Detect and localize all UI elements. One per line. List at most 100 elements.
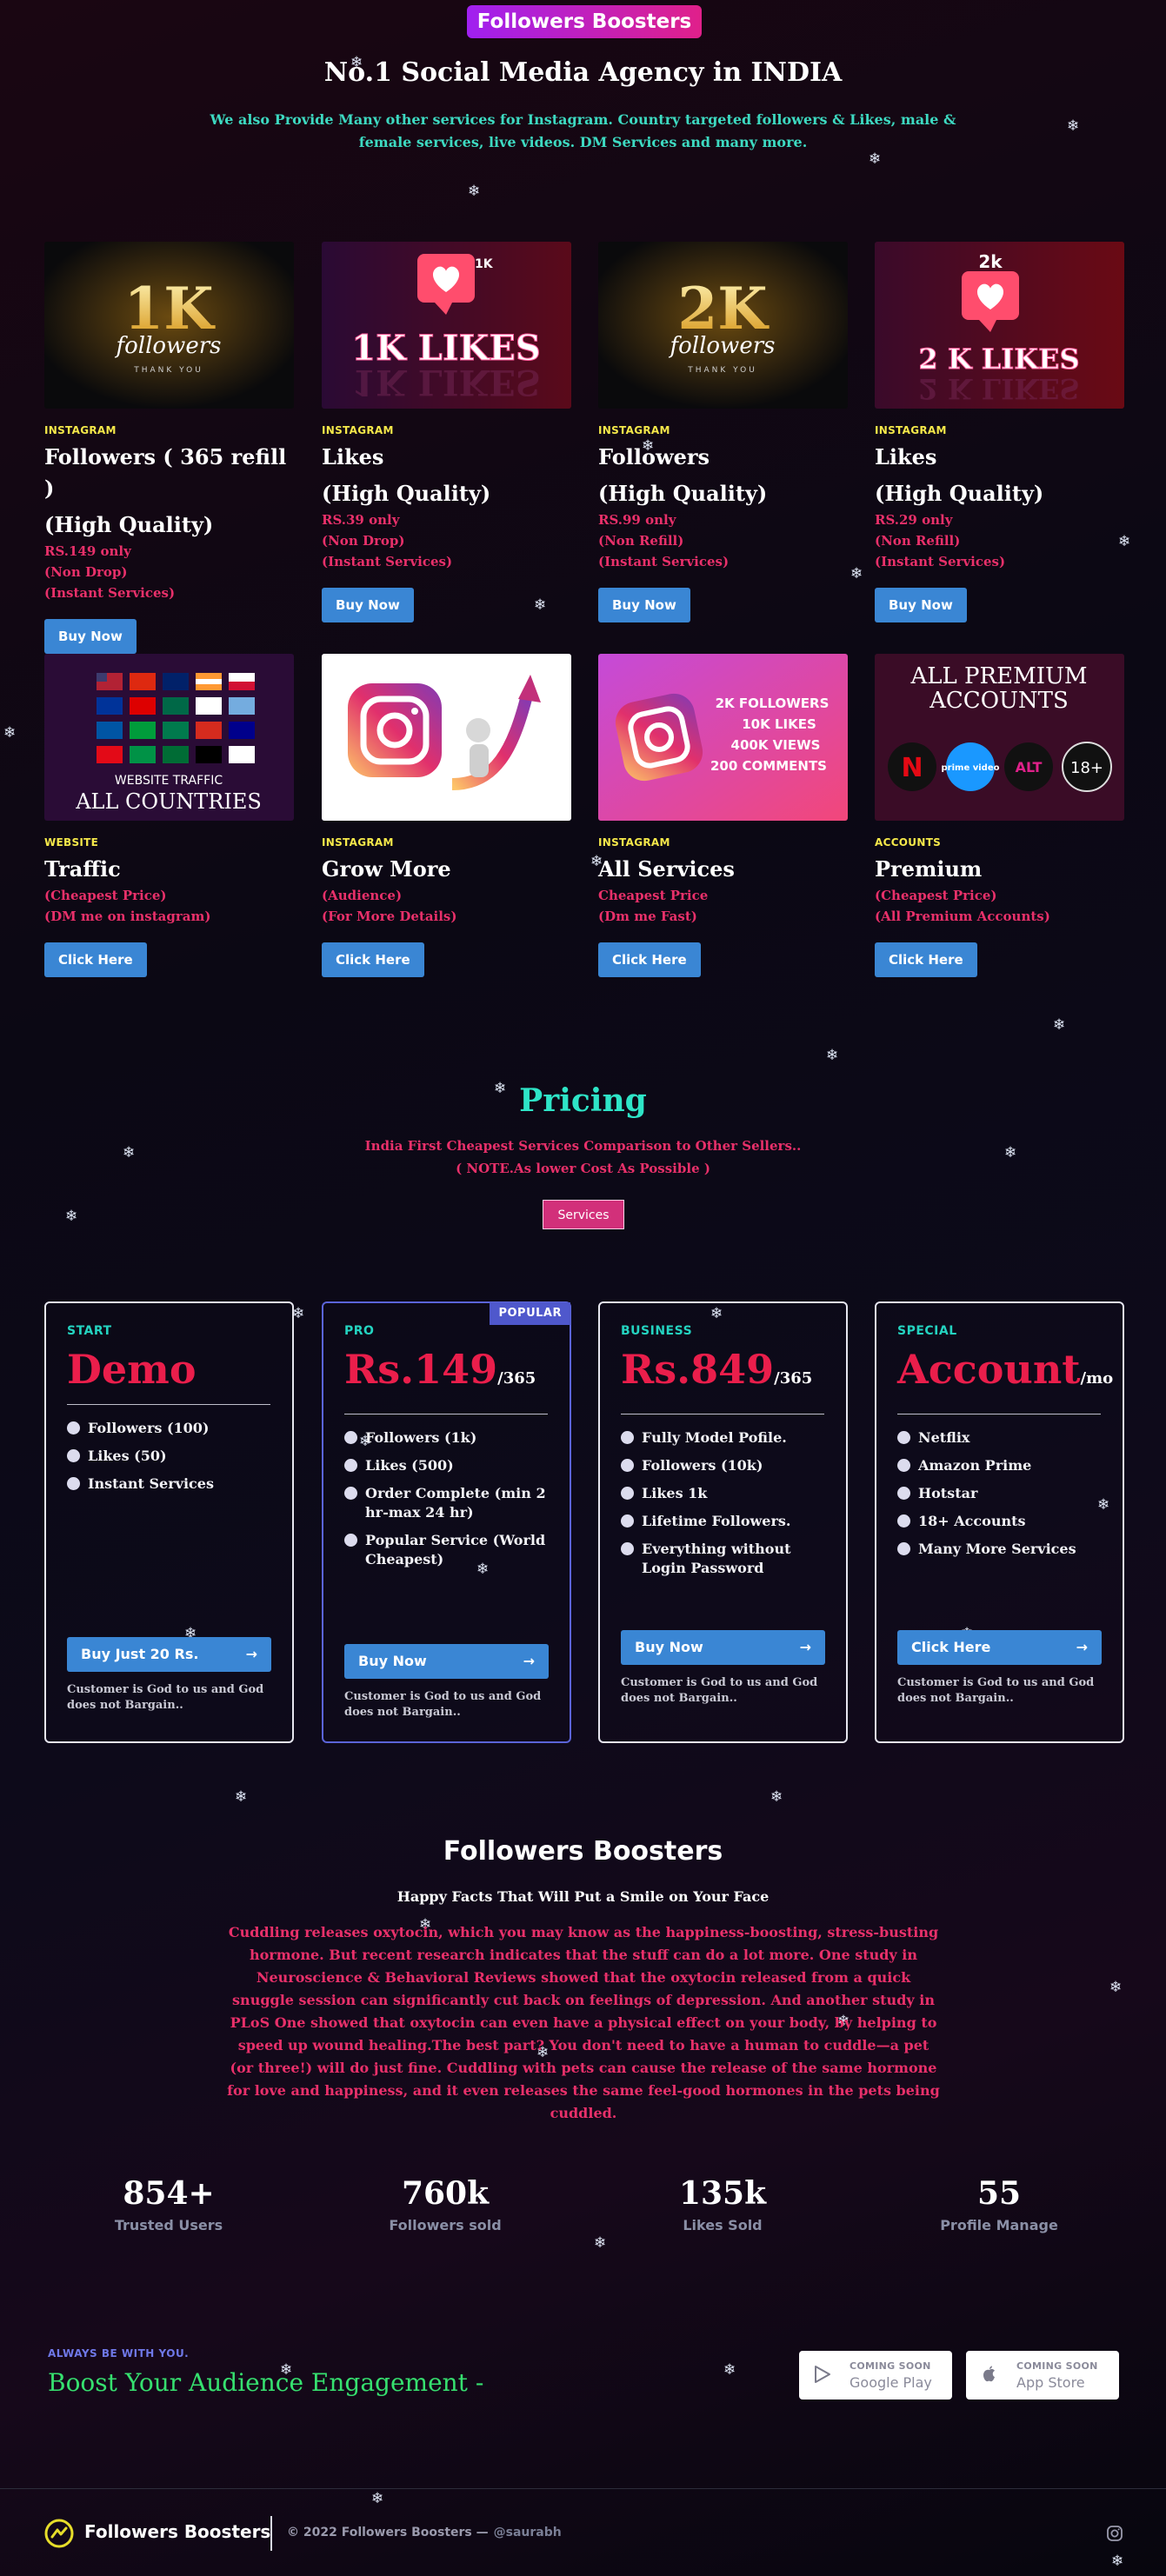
app-store-button[interactable]: COMING SOON App Store	[966, 2351, 1119, 2400]
buy-demo-button[interactable]: Buy Just 20 Rs. →	[67, 1637, 271, 1672]
arrow-right-icon: →	[245, 1646, 257, 1662]
plan-tag: PRO	[344, 1324, 375, 1338]
product-card-likes-nonrefill: 2k 2 K LIKES 2 K LIKES INSTAGRAM Likes (…	[875, 242, 1124, 622]
product-detail: (For More Details)	[322, 909, 457, 924]
snowflake-icon: ❄	[3, 724, 17, 742]
stat-value: 760k	[401, 2175, 490, 2212]
pricing-subtitle-line: India First Cheapest Services Comparison…	[364, 1138, 802, 1154]
svg-text:2K FOLLOWERS: 2K FOLLOWERS	[716, 696, 830, 711]
divider	[67, 1404, 270, 1405]
plan-price-value: Demo	[67, 1346, 197, 1393]
plan-feature: Hotstar	[897, 1484, 1102, 1503]
snowflake-icon: ❄	[1111, 2553, 1124, 2570]
plan-price: Rs.849/365	[621, 1345, 825, 1403]
product-category: INSTAGRAM	[322, 424, 394, 436]
click-here-button[interactable]: Click Here	[44, 942, 147, 977]
product-quality: (High Quality)	[44, 512, 214, 537]
buy-now-button[interactable]: Buy Now →	[344, 1644, 549, 1679]
facts-title: Followers Boosters	[443, 1836, 723, 1867]
footer-brand[interactable]: Followers Boosters	[84, 2521, 270, 2542]
product-detail: (Instant Services)	[322, 554, 453, 569]
svg-text:2 K LIKES: 2 K LIKES	[918, 372, 1079, 405]
product-category: ACCOUNTS	[875, 836, 942, 849]
plan-price-value: Rs.149	[344, 1346, 498, 1393]
svg-text:2k: 2k	[978, 251, 1003, 272]
product-card-all-services: 2K FOLLOWERS 10K LIKES 400K VIEWS 200 CO…	[598, 654, 848, 977]
svg-text:ALT: ALT	[1016, 759, 1043, 775]
plan-card-business: BUSINESS Rs.849/365 Fully Model Pofile. …	[598, 1301, 848, 1743]
svg-text:N: N	[901, 753, 923, 783]
apple-icon	[983, 2366, 995, 2382]
buy-now-button[interactable]: Buy Now →	[621, 1630, 825, 1665]
product-card-likes-hq: 1K 1K LIKES 1K LIKES INSTAGRAM Likes (Hi…	[322, 242, 571, 622]
plan-note: Customer is God to us and God does not B…	[67, 1683, 264, 1712]
product-quality: (High Quality)	[322, 481, 491, 506]
click-here-button[interactable]: Click Here	[598, 942, 701, 977]
plan-feature: Lifetime Followers.	[621, 1512, 825, 1531]
snowflake-icon: ❄	[1067, 117, 1080, 135]
google-play-button[interactable]: COMING SOON Google Play	[799, 2351, 952, 2400]
svg-text:200 COMMENTS: 200 COMMENTS	[710, 758, 827, 774]
buy-now-button[interactable]: Buy Now	[322, 588, 414, 622]
plan-button-label: Buy Now	[635, 1639, 703, 1655]
page-subtitle: We also Provide Many other services for …	[210, 111, 956, 150]
footer-divider	[0, 2488, 1166, 2489]
plan-feature-list: Netflix Amazon Prime Hotstar 18+ Account…	[897, 1428, 1102, 1559]
snowflake-icon: ❄	[65, 1208, 78, 1225]
product-name: Likes	[322, 444, 384, 469]
arrow-right-icon: →	[1076, 1639, 1088, 1655]
plan-card-pro: POPULAR PRO Rs.149/365 Followers (1k) Li…	[322, 1301, 571, 1743]
click-here-button[interactable]: Click Here →	[897, 1630, 1102, 1665]
brand-logo-icon[interactable]	[44, 2519, 74, 2548]
product-category: INSTAGRAM	[598, 836, 670, 849]
buy-now-button[interactable]: Buy Now	[44, 619, 137, 654]
services-button[interactable]: Services	[543, 1200, 624, 1229]
footer-separator	[270, 2516, 272, 2551]
product-detail: (Non Drop)	[322, 533, 405, 549]
click-here-button[interactable]: Click Here	[322, 942, 424, 977]
brand-badge[interactable]: Followers Boosters	[467, 5, 702, 38]
plan-button-label: Click Here	[911, 1639, 991, 1655]
product-detail: (Instant Services)	[44, 585, 176, 601]
snowflake-icon: ❄	[850, 565, 863, 582]
followers-1k-image: 1K followers THANK YOU	[44, 242, 294, 409]
plan-price-value: Rs.849	[621, 1346, 775, 1393]
svg-text:400K VIEWS: 400K VIEWS	[731, 737, 821, 753]
stat-followers-sold: 760k Followers sold	[328, 2175, 563, 2233]
plan-price-value: Account	[897, 1346, 1081, 1393]
product-card-traffic: WEBSITE TRAFFIC ALL COUNTRIES WEBSITE Tr…	[44, 654, 294, 977]
click-here-button[interactable]: Click Here	[875, 942, 977, 977]
product-name: All Services	[598, 856, 735, 882]
snowflake-icon: ❄	[1053, 1016, 1066, 1034]
page-title: No.1 Social Media Agency in INDIA	[323, 57, 843, 88]
plan-price: Demo	[67, 1345, 271, 1394]
svg-text:2 K LIKES: 2 K LIKES	[918, 343, 1079, 376]
snowflake-icon: ❄	[770, 1788, 783, 1806]
store-badge-label: COMING SOON	[1016, 2360, 1098, 2372]
snowflake-icon: ❄	[292, 1305, 305, 1322]
stat-label: Likes Sold	[683, 2217, 763, 2233]
svg-text:followers: followers	[669, 333, 776, 359]
store-name: Google Play	[850, 2374, 932, 2391]
plan-card-special: SPECIAL Account/mo Netflix Amazon Prime …	[875, 1301, 1124, 1743]
arrow-right-icon: →	[799, 1639, 811, 1655]
buy-now-button[interactable]: Buy Now	[875, 588, 967, 622]
snowflake-icon: ❄	[235, 1788, 248, 1806]
plan-note: Customer is God to us and God does not B…	[897, 1676, 1095, 1705]
pricing-title: Pricing	[519, 1082, 647, 1119]
author-handle-link[interactable]: @saurabh	[494, 2526, 562, 2539]
buy-now-button[interactable]: Buy Now	[598, 588, 690, 622]
plan-period: /365	[774, 1369, 813, 1388]
product-detail: (All Premium Accounts)	[875, 909, 1050, 924]
svg-text:WEBSITE TRAFFIC: WEBSITE TRAFFIC	[115, 774, 223, 788]
plan-feature: Amazon Prime	[897, 1456, 1102, 1475]
product-detail: (Non Drop)	[44, 564, 128, 580]
snowflake-icon: ❄	[468, 183, 481, 200]
plan-feature: Followers (10k)	[621, 1456, 825, 1475]
plan-tag: SPECIAL	[897, 1324, 957, 1338]
stat-value: 55	[976, 2175, 1022, 2212]
svg-text:prime video: prime video	[942, 763, 1000, 773]
stat-likes-sold: 135k Likes Sold	[605, 2175, 840, 2233]
instagram-growth-image	[322, 654, 571, 821]
instagram-icon[interactable]	[1106, 2525, 1123, 2542]
